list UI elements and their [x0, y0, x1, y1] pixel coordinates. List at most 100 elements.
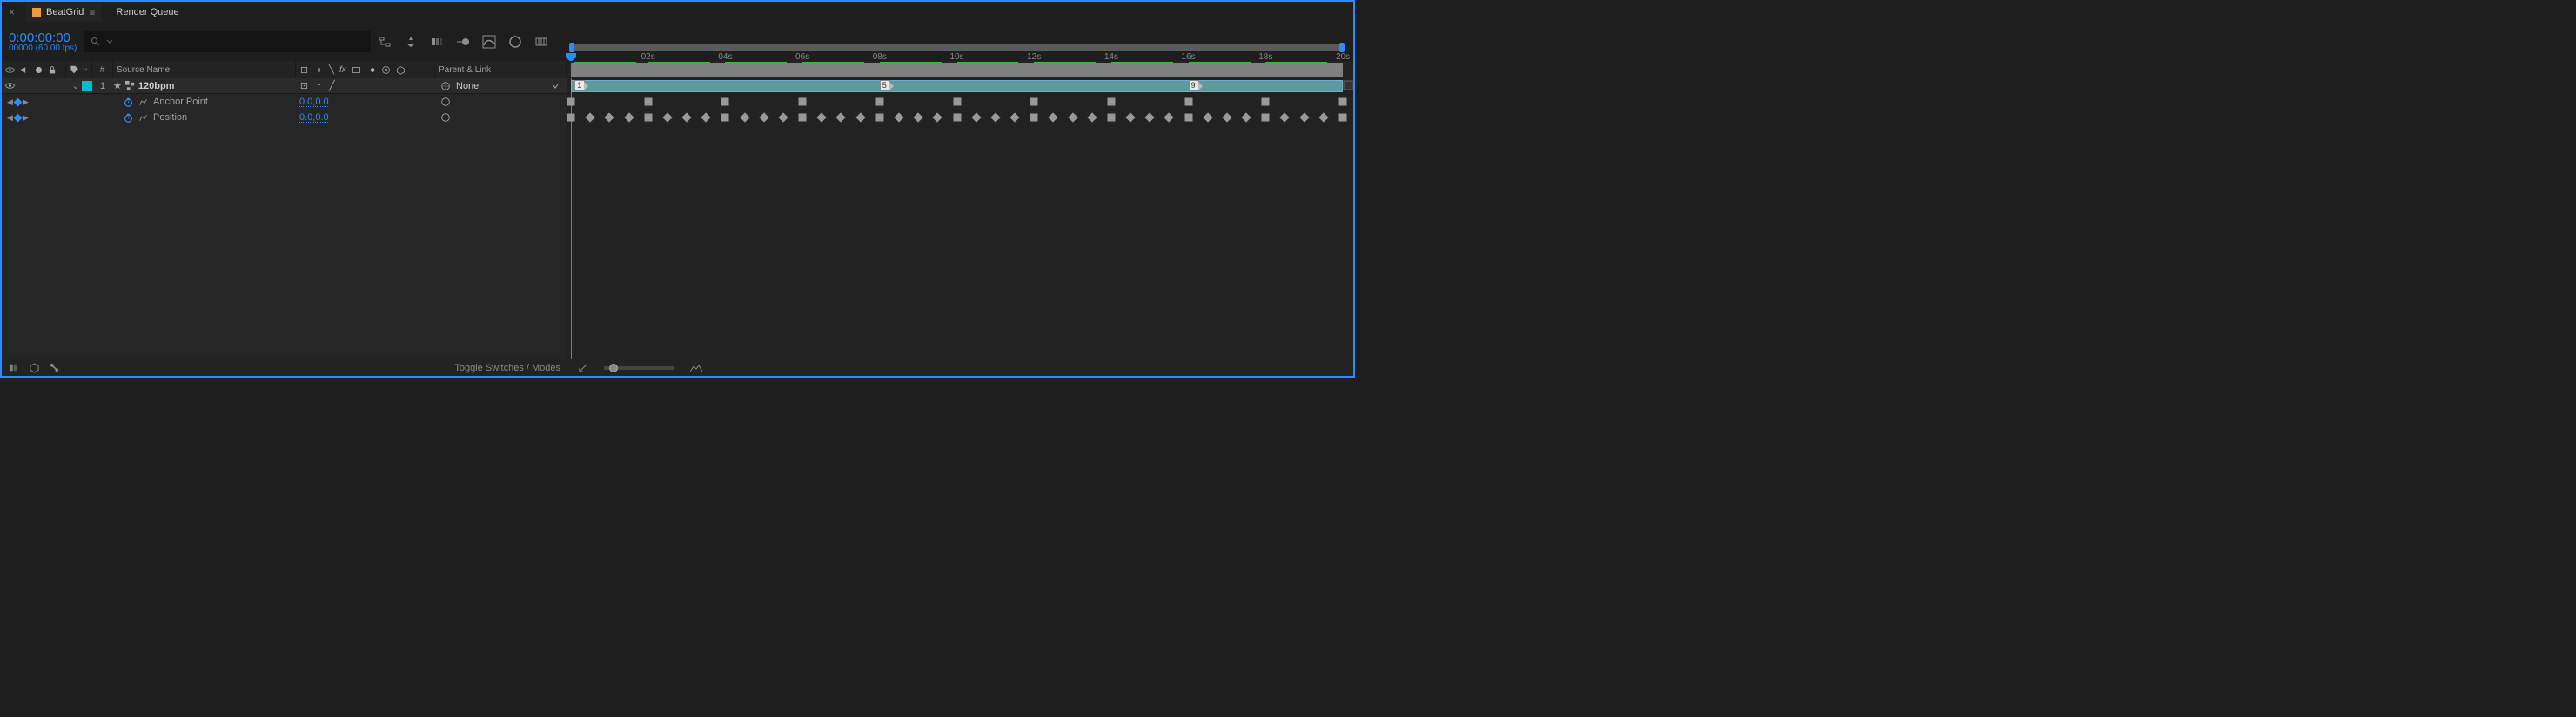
frame-blend-footer-icon[interactable] — [9, 362, 20, 373]
marker-handle-icon[interactable] — [889, 82, 895, 90]
keyframe-hold[interactable] — [644, 98, 652, 106]
keyframe-hold[interactable] — [953, 98, 961, 106]
keyframe-linear[interactable] — [1222, 112, 1231, 122]
keyframe-linear[interactable] — [586, 112, 595, 122]
keyframe-linear[interactable] — [817, 112, 827, 122]
mode-icon[interactable] — [314, 65, 324, 75]
motion-blur-col-icon[interactable] — [366, 65, 376, 75]
composition-duration-bar[interactable] — [571, 63, 1343, 77]
tab-render-queue[interactable]: Render Queue — [109, 3, 185, 21]
eye-icon[interactable] — [5, 65, 15, 75]
keyframe-hold[interactable] — [875, 114, 883, 122]
keyframe-linear[interactable] — [1164, 112, 1174, 122]
keyframe-linear[interactable] — [740, 112, 749, 122]
keyframe-linear[interactable] — [855, 112, 865, 122]
keyframe-hold[interactable] — [1107, 98, 1115, 106]
composition-flowchart-icon[interactable] — [378, 35, 392, 49]
layer-marker[interactable]: 9 — [1189, 80, 1199, 90]
render-time-icon[interactable] — [534, 35, 548, 49]
keyframe-hold[interactable] — [1262, 114, 1270, 122]
work-area-end-handle[interactable] — [1339, 43, 1345, 52]
keyframe-linear[interactable] — [1125, 112, 1135, 122]
frame-blend-col-icon[interactable] — [352, 65, 361, 75]
layer-bar[interactable] — [571, 80, 1343, 92]
layer-color-swatch[interactable] — [82, 81, 92, 91]
work-area-start-handle[interactable] — [569, 43, 574, 52]
chevron-down-icon[interactable] — [551, 82, 560, 90]
lock-icon[interactable] — [48, 65, 57, 75]
keyframe-hold[interactable] — [1030, 98, 1038, 106]
twirl-down-icon[interactable]: ⌄ — [71, 80, 80, 91]
keyframe-hold[interactable] — [567, 114, 575, 122]
adjustment-icon[interactable] — [381, 65, 391, 75]
pickwhip-icon[interactable] — [440, 97, 451, 107]
property-value[interactable]: 0.0,0.0 — [299, 97, 329, 107]
property-row-position[interactable]: ◀ ▶ Position 0.0,0.0 — [2, 110, 567, 125]
add-key-icon[interactable] — [13, 113, 22, 122]
prev-key-icon[interactable]: ◀ — [7, 97, 13, 107]
transform-icon[interactable] — [299, 65, 309, 75]
keyframe-linear[interactable] — [681, 112, 691, 122]
collapse-footer-icon[interactable] — [29, 362, 40, 373]
keyframe-linear[interactable] — [1280, 112, 1290, 122]
tab-menu-button[interactable]: ≡ — [89, 6, 95, 18]
marker-handle-icon[interactable] — [1198, 82, 1204, 90]
keyframe-linear[interactable] — [1010, 112, 1019, 122]
layer-marker[interactable]: 5 — [880, 80, 890, 90]
current-time[interactable]: 0:00:00:00 00000 (60.00 fps) — [9, 31, 77, 53]
keyframe-linear[interactable] — [1087, 112, 1097, 122]
keyframe-linear[interactable] — [759, 112, 768, 122]
fx-icon[interactable]: fx — [339, 65, 346, 75]
property-row-anchor[interactable]: ◀ ▶ Anchor Point 0.0,0.0 — [2, 94, 567, 110]
keyframe-hold[interactable] — [721, 114, 729, 122]
tab-beatgrid[interactable]: BeatGrid ≡ — [25, 3, 102, 22]
work-area-bar[interactable] — [571, 44, 1343, 51]
shy-layers-icon[interactable] — [404, 35, 418, 49]
zoom-in-icon[interactable] — [689, 364, 703, 372]
keyframe-linear[interactable] — [1049, 112, 1058, 122]
keyframe-hold[interactable] — [644, 114, 652, 122]
keyframe-linear[interactable] — [933, 112, 943, 122]
close-tab-button[interactable]: × — [5, 6, 18, 18]
solo-icon[interactable] — [35, 66, 43, 74]
frame-blend-icon[interactable] — [430, 35, 444, 49]
pickwhip-icon[interactable] — [440, 112, 451, 123]
keyframe-linear[interactable] — [662, 112, 672, 122]
keyframe-hold[interactable] — [799, 114, 807, 122]
keyframe-hold[interactable] — [1030, 114, 1038, 122]
layer-marker[interactable]: 1 — [574, 80, 585, 90]
parent-link-header[interactable]: Parent & Link — [435, 61, 567, 78]
keyframe-linear[interactable] — [778, 112, 788, 122]
keyframe-linear[interactable] — [1318, 112, 1328, 122]
keyframe-hold[interactable] — [721, 98, 729, 106]
zoom-out-icon[interactable] — [578, 363, 588, 373]
keyframe-linear[interactable] — [894, 112, 903, 122]
add-key-icon[interactable] — [13, 97, 22, 106]
source-name-header[interactable]: Source Name — [113, 61, 296, 78]
toggle-switches-button[interactable]: Toggle Switches / Modes — [454, 363, 560, 373]
draft-3d-icon[interactable] — [508, 35, 522, 49]
keyframe-linear[interactable] — [971, 112, 981, 122]
keyframe-linear[interactable] — [1299, 112, 1309, 122]
keyframe-hold[interactable] — [1184, 98, 1192, 106]
keyframe-linear[interactable] — [1145, 112, 1155, 122]
keyframe-linear[interactable] — [1203, 112, 1212, 122]
keyframe-linear[interactable] — [990, 112, 1000, 122]
pasteboard-icon[interactable] — [1343, 80, 1353, 90]
marker-handle-icon[interactable] — [584, 82, 589, 90]
stopwatch-icon[interactable] — [124, 97, 133, 107]
stopwatch-icon[interactable] — [124, 113, 133, 123]
keyframe-hold[interactable] — [1339, 98, 1347, 106]
next-key-icon[interactable]: ▶ — [23, 113, 29, 123]
zoom-slider[interactable] — [604, 366, 674, 370]
keyframe-hold[interactable] — [799, 98, 807, 106]
pickwhip-icon[interactable] — [440, 81, 451, 91]
keyframe-hold[interactable] — [1184, 114, 1192, 122]
label-icon[interactable] — [70, 64, 79, 75]
property-value[interactable]: 0.0,0.0 — [299, 112, 329, 123]
keyframe-linear[interactable] — [1068, 112, 1077, 122]
bones-footer-icon[interactable] — [49, 362, 60, 373]
keyframe-linear[interactable] — [701, 112, 711, 122]
keyframe-hold[interactable] — [1339, 114, 1347, 122]
keyframe-linear[interactable] — [624, 112, 634, 122]
